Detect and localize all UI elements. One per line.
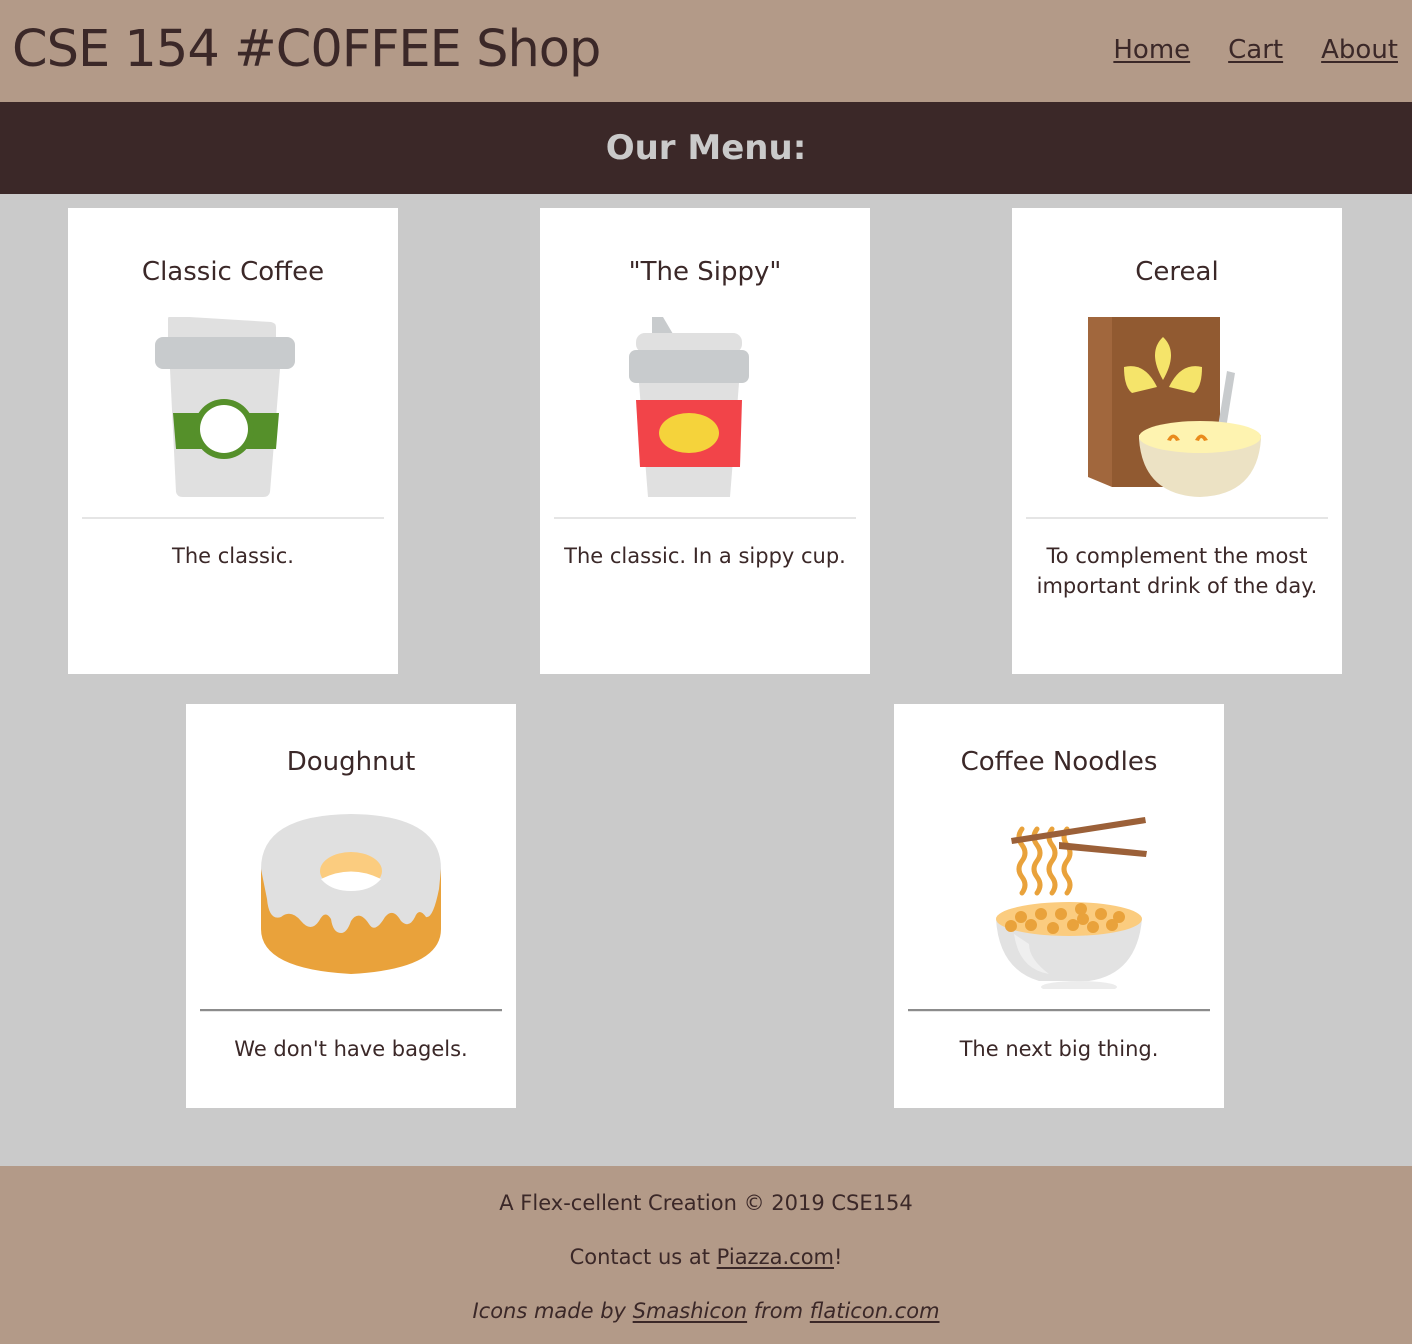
contact-suffix: !: [834, 1245, 843, 1269]
menu-card-classic-coffee: Classic Coffee The classic.: [68, 208, 398, 674]
main-nav: Home Cart About: [1113, 35, 1398, 65]
card-divider: [554, 517, 856, 519]
footer-creation: A Flex-cellent Creation © 2019 CSE154: [499, 1191, 913, 1215]
menu-item-name: "The Sippy": [628, 257, 782, 287]
menu-item-name: Classic Coffee: [141, 257, 325, 287]
menu-banner: Our Menu:: [0, 102, 1412, 194]
card-divider: [908, 1009, 1210, 1012]
card-divider: [200, 1009, 502, 1012]
smashicon-link[interactable]: Smashicon: [633, 1299, 747, 1323]
piazza-link[interactable]: Piazza.com: [717, 1245, 834, 1269]
footer-contact: Contact us at Piazza.com!: [0, 1244, 1412, 1298]
noodles-icon: [996, 817, 1147, 989]
site-title: CSE 154 #C0FFEE Shop: [12, 19, 601, 79]
nav-about-link[interactable]: About: [1321, 35, 1398, 65]
sippy-cup-icon: [629, 317, 749, 497]
nav-home-link[interactable]: Home: [1113, 35, 1190, 65]
menu-item-description: The classic. In a sippy cup.: [564, 544, 846, 568]
menu-item-name: Doughnut: [286, 747, 416, 777]
menu-card-doughnut: Doughnut We don't have bagels.: [186, 704, 516, 1108]
menu-heading: Our Menu:: [605, 128, 807, 168]
cereal-icon: [1088, 317, 1261, 497]
doughnut-icon: [261, 814, 441, 974]
menu-grid: Classic Coffee The classic. "The Sippy" …: [0, 194, 1412, 1166]
nav-cart-link[interactable]: Cart: [1228, 35, 1283, 65]
menu-item-name: Coffee Noodles: [960, 747, 1158, 777]
menu-card-coffee-noodles: Coffee Noodles The next big thing.: [894, 704, 1224, 1108]
menu-card-sippy: "The Sippy" The classic. In a sippy cup.: [540, 208, 870, 674]
site-header: CSE 154 #C0FFEE Shop Home Cart About: [0, 0, 1412, 102]
credits-middle: from: [747, 1299, 810, 1323]
menu-item-description: To complement the most important drink o…: [1036, 544, 1318, 598]
card-divider: [1026, 517, 1328, 519]
menu-item-description: The next big thing.: [959, 1037, 1159, 1061]
card-divider: [82, 517, 384, 519]
menu-item-description: We don't have bagels.: [234, 1037, 468, 1061]
flaticon-link[interactable]: flaticon.com: [810, 1299, 940, 1323]
menu-item-name: Cereal: [1135, 257, 1219, 287]
coffee-cup-icon: [155, 317, 295, 497]
credits-prefix: Icons made by: [472, 1299, 633, 1323]
site-footer: A Flex-cellent Creation © 2019 CSE154 Co…: [0, 1166, 1412, 1344]
footer-credits: Icons made by Smashicon from flaticon.co…: [0, 1298, 1412, 1344]
menu-card-cereal: Cereal To complement the most important …: [1012, 208, 1342, 674]
contact-prefix: Contact us at: [569, 1245, 717, 1269]
menu-item-description: The classic.: [172, 544, 294, 568]
